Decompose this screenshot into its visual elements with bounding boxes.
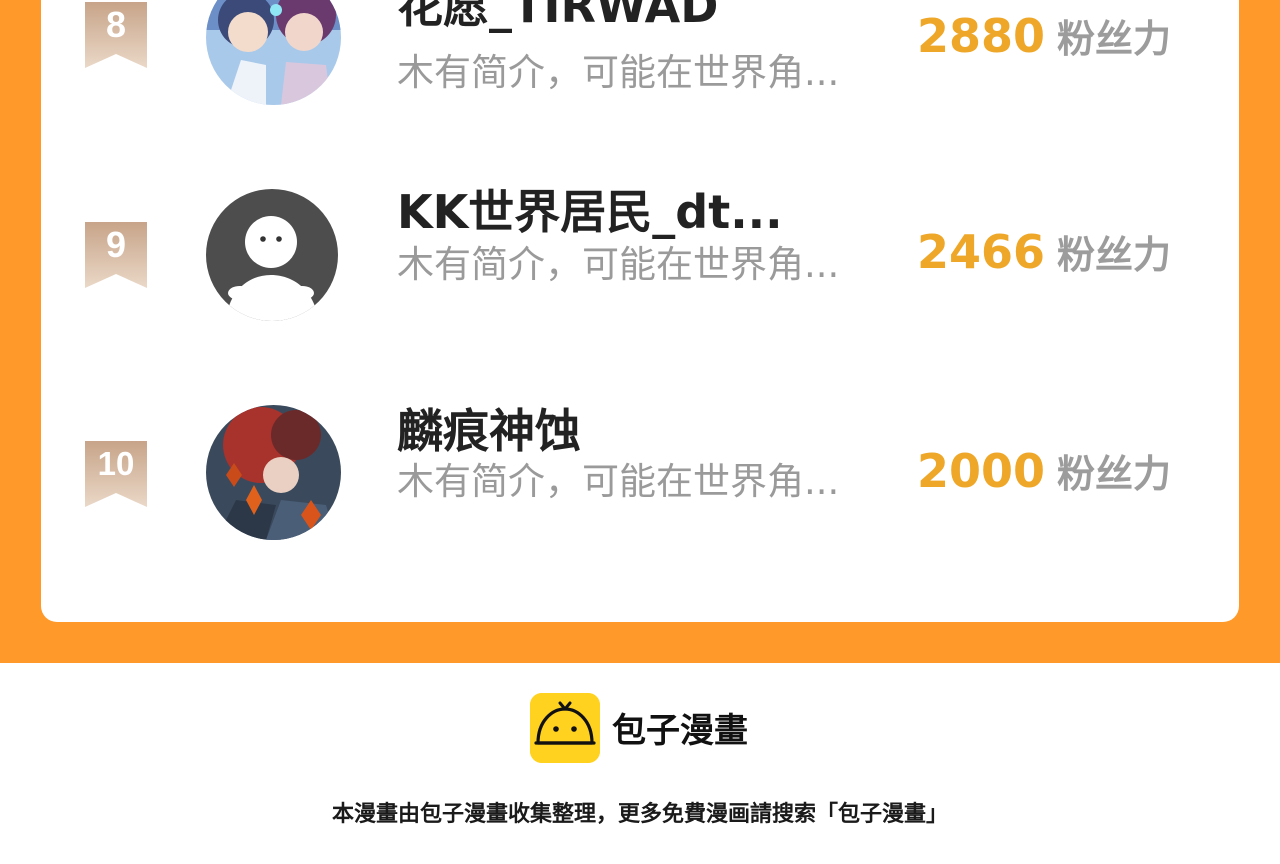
rank-ribbon-icon: 8 (85, 2, 147, 68)
rank-number: 10 (97, 445, 135, 482)
user-avatar[interactable] (206, 0, 341, 105)
user-bio: 木有简介，可能在世界角... (397, 51, 840, 94)
score-unit: 粉丝力 (1057, 233, 1172, 277)
brand-name: 包子漫畫 (612, 711, 748, 751)
rank-ribbon-icon: 10 (85, 441, 147, 507)
score-unit: 粉丝力 (1057, 17, 1172, 61)
footer-note: 本漫畫由包子漫畫收集整理，更多免費漫画請搜索「包子漫畫」 (331, 802, 948, 827)
user-bio: 木有简介，可能在世界角... (397, 243, 840, 286)
fan-power-score: 2466 粉丝力 (917, 224, 1171, 279)
rank-number: 8 (105, 4, 127, 45)
ranking-row-9[interactable]: 9 KK世界居民_dt... 木有简介，可能在世界角... 2466 粉丝力 (41, 185, 1239, 338)
score-value: 2466 (917, 225, 1046, 279)
ranking-card: 8 花愿_TIRWAD 木有简介，可能在世界角... 2880 粉丝力 9 KK… (41, 0, 1239, 622)
default-avatar[interactable] (206, 189, 338, 321)
fan-power-score: 2000 粉丝力 (917, 443, 1171, 498)
rank-number: 9 (105, 224, 127, 265)
ranking-row-10[interactable]: 10 麟痕神蚀 木有简介，可能在世界角... 2000 粉丝力 (41, 404, 1239, 555)
score-unit: 粉丝力 (1057, 452, 1172, 496)
ranking-row-8[interactable]: 8 花愿_TIRWAD 木有简介，可能在世界角... 2880 粉丝力 (41, 0, 1239, 120)
bun-logo-icon (530, 693, 600, 763)
score-value: 2000 (917, 444, 1046, 498)
ranking-background: 8 花愿_TIRWAD 木有简介，可能在世界角... 2880 粉丝力 9 KK… (0, 0, 1280, 663)
brand-logo-group[interactable]: 包子漫畫 (530, 693, 770, 763)
rank-ribbon-icon: 9 (85, 222, 147, 288)
user-bio: 木有简介，可能在世界角... (397, 460, 840, 503)
user-name: KK世界居民_dt... (397, 185, 783, 239)
user-name: 花愿_TIRWAD (397, 0, 719, 33)
user-avatar[interactable] (206, 405, 341, 540)
fan-power-score: 2880 粉丝力 (917, 8, 1171, 63)
score-value: 2880 (917, 9, 1046, 63)
